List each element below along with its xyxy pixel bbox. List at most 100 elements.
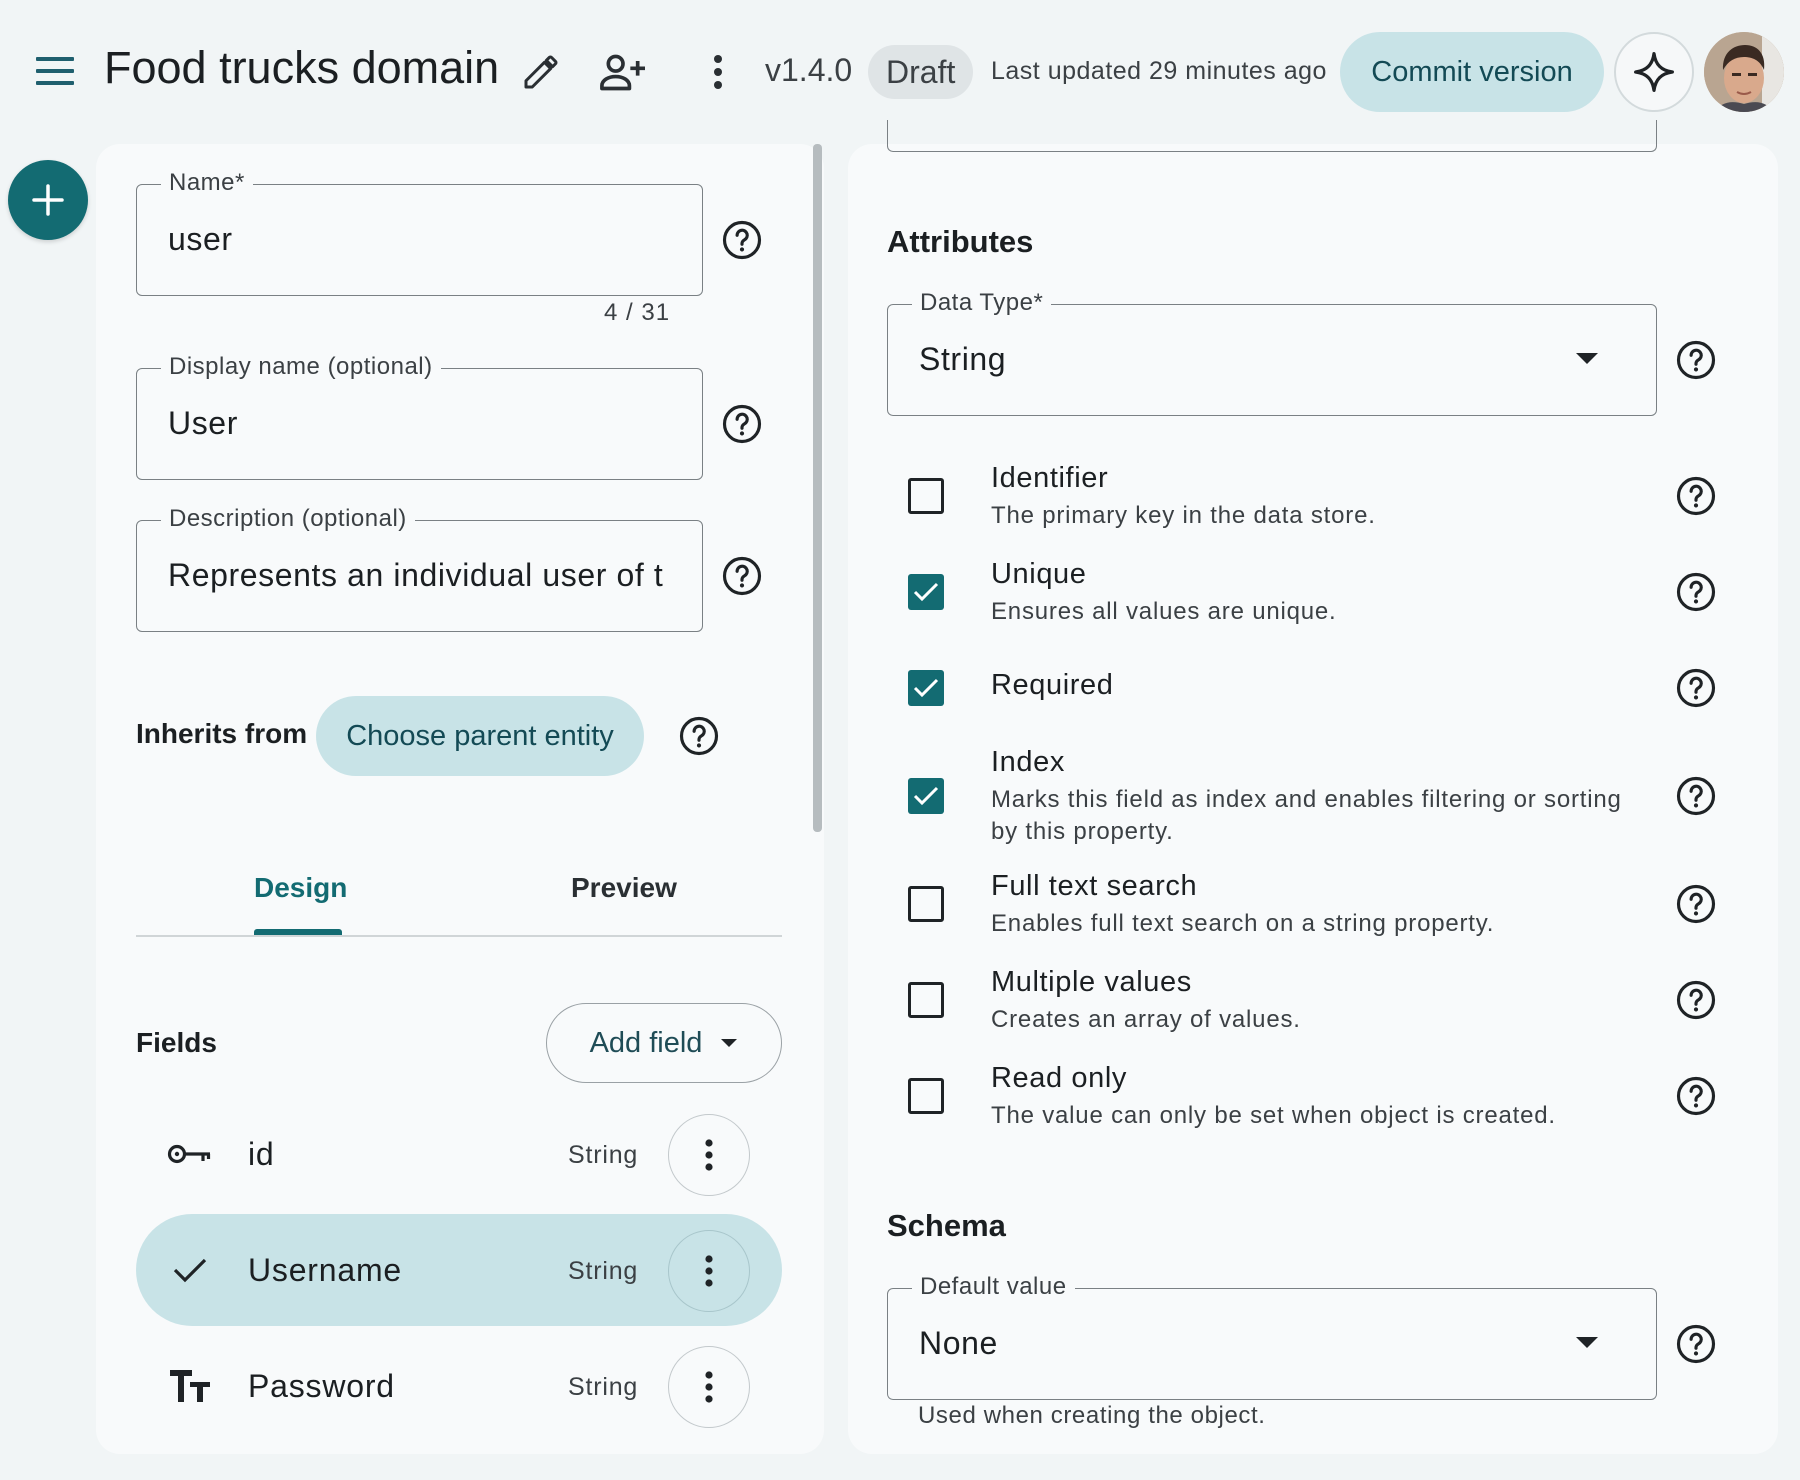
name-field[interactable]: Name* user	[136, 169, 703, 296]
index-checkbox[interactable]	[908, 778, 944, 814]
required-help-icon[interactable]	[1675, 667, 1717, 709]
add-field-label: Add field	[589, 1026, 703, 1059]
identifier-checkbox[interactable]	[908, 478, 944, 514]
display-name-field-value: User	[168, 405, 238, 441]
more-vertical-icon	[714, 55, 722, 89]
identifier-option-title: Identifier	[991, 462, 1109, 494]
field-row-name: id	[248, 1136, 275, 1172]
field-row-menu-button[interactable]	[668, 1230, 750, 1312]
default-value-helper-text: Used when creating the object.	[918, 1402, 1266, 1429]
data-type-help-icon[interactable]	[1675, 339, 1717, 381]
fields-section-title: Fields	[136, 1027, 217, 1058]
description-help-icon[interactable]	[721, 555, 763, 597]
field-row-name: Password	[248, 1368, 395, 1404]
index-option-description: Marks this field as index and enables fi…	[991, 786, 1622, 845]
field-row-menu-button[interactable]	[668, 1114, 750, 1196]
field-row-id[interactable]: id String	[136, 1098, 782, 1210]
more-vertical-icon	[705, 1371, 713, 1403]
inherits-from-label: Inherits from	[136, 718, 308, 749]
data-type-label: Data Type*	[912, 289, 1052, 317]
schema-title: Schema	[887, 1208, 1006, 1243]
multiple-values-help-icon[interactable]	[1675, 979, 1717, 1021]
required-checkbox[interactable]	[908, 670, 944, 706]
description-field[interactable]: Description (optional) Represents an ind…	[136, 505, 703, 632]
avatar[interactable]	[1704, 32, 1784, 112]
share-button[interactable]	[598, 48, 648, 96]
left-panel-scrollbar[interactable]	[813, 144, 822, 832]
default-value-help-icon[interactable]	[1675, 1323, 1717, 1365]
unique-help-icon[interactable]	[1675, 571, 1717, 613]
key-icon	[166, 1132, 214, 1176]
required-option-title: Required	[991, 669, 1114, 701]
tab-design[interactable]: Design	[254, 872, 347, 904]
attributes-title: Attributes	[887, 224, 1034, 259]
checkmark-icon	[913, 678, 939, 698]
name-character-counter: 4 / 31	[604, 299, 671, 326]
create-button[interactable]	[8, 160, 88, 240]
field-row-type: String	[568, 1257, 639, 1285]
inherits-help-icon[interactable]	[678, 715, 720, 757]
chevron-down-icon	[721, 1039, 738, 1047]
checkmark-icon	[913, 582, 939, 602]
full-text-search-option-title: Full text search	[991, 870, 1198, 902]
dropdown-arrow-icon	[1576, 1337, 1598, 1348]
identifier-option-description: The primary key in the data store.	[991, 502, 1376, 529]
default-value-select[interactable]: Default value None	[887, 1273, 1657, 1400]
check-icon	[166, 1248, 214, 1292]
assistant-button[interactable]	[1614, 32, 1694, 112]
field-row-menu-button[interactable]	[668, 1346, 750, 1428]
default-value-value: None	[919, 1325, 998, 1361]
commit-version-button[interactable]: Commit version	[1340, 32, 1604, 112]
menu-icon[interactable]	[36, 57, 76, 87]
display-name-field-label: Display name (optional)	[161, 353, 441, 381]
multiple-values-option-description: Creates an array of values.	[991, 1006, 1301, 1033]
data-type-value: String	[919, 341, 1007, 377]
index-option-title: Index	[991, 746, 1065, 778]
field-row-username[interactable]: Username String	[136, 1214, 782, 1326]
status-badge: Draft	[868, 45, 974, 99]
active-tab-indicator	[254, 929, 342, 935]
unique-option-title: Unique	[991, 558, 1087, 590]
choose-parent-entity-button[interactable]: Choose parent entity	[316, 696, 644, 776]
last-updated-text: Last updated 29 minutes ago	[991, 57, 1327, 85]
full-text-search-help-icon[interactable]	[1675, 883, 1717, 925]
person-add-icon	[600, 54, 645, 91]
description-field-label: Description (optional)	[161, 505, 415, 533]
text-type-icon	[166, 1364, 214, 1408]
display-name-field[interactable]: Display name (optional) User	[136, 353, 703, 480]
read-only-checkbox[interactable]	[908, 1078, 944, 1114]
unique-option-description: Ensures all values are unique.	[991, 598, 1337, 625]
identifier-help-icon[interactable]	[1675, 475, 1717, 517]
index-help-icon[interactable]	[1675, 775, 1717, 817]
checkmark-icon	[913, 786, 939, 806]
data-type-select[interactable]: Data Type* String	[887, 289, 1657, 416]
field-row-password[interactable]: Password String	[136, 1330, 782, 1442]
tab-preview[interactable]: Preview	[571, 872, 677, 904]
name-help-icon[interactable]	[721, 219, 763, 261]
pencil-icon	[524, 55, 558, 89]
sparkle-icon	[1634, 52, 1674, 92]
default-value-label: Default value	[912, 1273, 1075, 1301]
add-field-button[interactable]: Add field	[546, 1003, 782, 1083]
tabs-divider	[136, 935, 782, 937]
full-text-search-checkbox[interactable]	[908, 886, 944, 922]
field-row-name: Username	[248, 1252, 403, 1288]
plus-icon	[32, 184, 64, 216]
read-only-option-title: Read only	[991, 1062, 1127, 1094]
display-name-help-icon[interactable]	[721, 403, 763, 445]
name-field-value: user	[168, 221, 233, 257]
edit-title-button[interactable]	[519, 50, 563, 94]
field-row-type: String	[568, 1141, 639, 1169]
description-field-value: Represents an individual user of t	[168, 557, 664, 593]
multiple-values-checkbox[interactable]	[908, 982, 944, 1018]
read-only-option-description: The value can only be set when object is…	[991, 1102, 1556, 1129]
read-only-help-icon[interactable]	[1675, 1075, 1717, 1117]
more-vertical-icon	[705, 1255, 713, 1287]
more-vertical-icon	[705, 1139, 713, 1171]
unique-checkbox[interactable]	[908, 574, 944, 610]
app-title: Food trucks domain	[104, 42, 500, 93]
field-row-type: String	[568, 1373, 639, 1401]
dropdown-arrow-icon	[1576, 353, 1598, 364]
name-field-label: Name*	[161, 169, 253, 197]
more-options-button[interactable]	[698, 50, 738, 94]
